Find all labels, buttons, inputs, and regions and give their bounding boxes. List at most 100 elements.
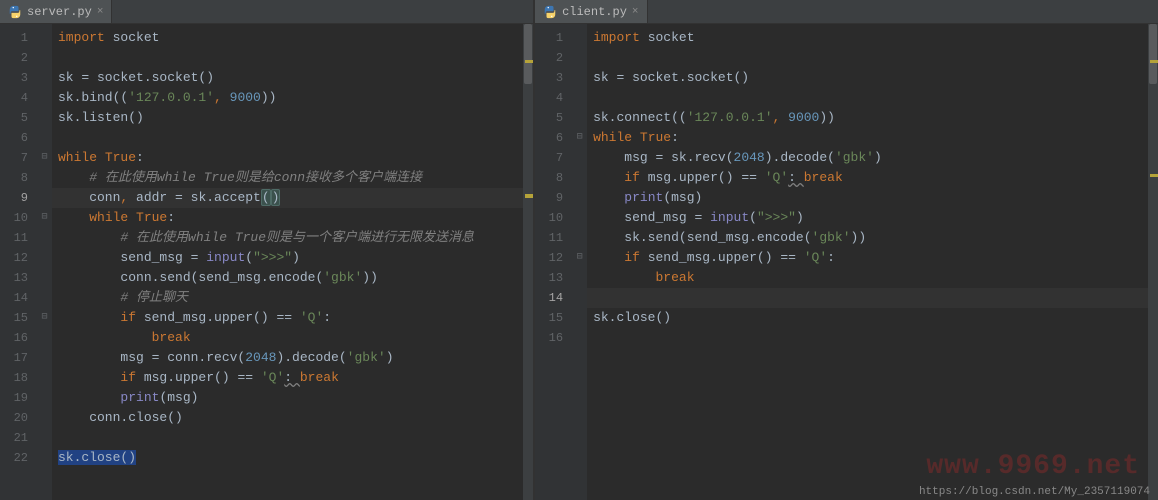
code-line[interactable]: sk = socket.socket() [593,68,1158,88]
code-line[interactable]: sk.bind(('127.0.0.1', 9000)) [58,88,533,108]
code-line[interactable]: while True: [593,128,1158,148]
line-gutter-left[interactable]: 12345678910111213141516171819202122 [0,24,38,500]
fold-gutter-right[interactable]: ⊟⊟ [573,24,587,500]
line-number[interactable]: 2 [535,48,573,68]
line-number[interactable]: 10 [535,208,573,228]
line-number[interactable]: 19 [0,388,38,408]
code-line[interactable]: # 停止聊天 [58,288,533,308]
line-number[interactable]: 18 [0,368,38,388]
code-line[interactable] [593,328,1158,348]
line-number[interactable]: 1 [0,28,38,48]
close-icon[interactable]: × [97,6,104,18]
code-line[interactable]: sk.send(send_msg.encode('gbk')) [593,228,1158,248]
line-number[interactable]: 7 [0,148,38,168]
code-line[interactable]: msg = conn.recv(2048).decode('gbk') [58,348,533,368]
fold-toggle-icon[interactable]: ⊟ [574,252,585,263]
code-line[interactable]: sk.connect(('127.0.0.1', 9000)) [593,108,1158,128]
line-number[interactable]: 17 [0,348,38,368]
code-line[interactable]: break [58,328,533,348]
line-number[interactable]: 8 [0,168,38,188]
line-number[interactable]: 16 [0,328,38,348]
code-line[interactable]: # 在此使用while True则是与一个客户端进行无限发送消息 [58,228,533,248]
code-line[interactable]: # 在此使用while True则是给conn接收多个客户端连接 [58,168,533,188]
code-line[interactable] [593,288,1158,308]
code-line[interactable]: if msg.upper() == 'Q': break [58,368,533,388]
warning-stripe[interactable] [525,194,533,198]
line-number[interactable]: 15 [535,308,573,328]
code-line[interactable]: msg = sk.recv(2048).decode('gbk') [593,148,1158,168]
fold-toggle-icon[interactable]: ⊟ [39,212,50,223]
code-line[interactable]: sk.listen() [58,108,533,128]
line-number[interactable]: 5 [535,108,573,128]
line-number[interactable]: 21 [0,428,38,448]
scrollbar-left[interactable] [523,24,533,500]
code-line[interactable]: sk.close() [58,448,533,468]
line-number[interactable]: 4 [535,88,573,108]
code-area-left[interactable]: import socket sk = socket.socket()sk.bind… [52,24,533,500]
line-number[interactable]: 13 [535,268,573,288]
line-number[interactable]: 4 [0,88,38,108]
line-number[interactable]: 6 [0,128,38,148]
tab-client-py[interactable]: client.py × [535,0,647,23]
editor-left[interactable]: 12345678910111213141516171819202122 ⊟⊟⊟ … [0,24,533,500]
close-icon[interactable]: × [632,6,639,18]
code-line[interactable]: sk = socket.socket() [58,68,533,88]
fold-toggle-icon[interactable]: ⊟ [39,312,50,323]
code-line[interactable]: conn, addr = sk.accept() [58,188,533,208]
code-line[interactable]: send_msg = input(">>>") [58,248,533,268]
line-number[interactable]: 5 [0,108,38,128]
code-line[interactable] [58,48,533,68]
code-line[interactable]: import socket [593,28,1158,48]
line-number[interactable]: 16 [535,328,573,348]
line-number[interactable]: 22 [0,448,38,468]
scrollbar-right[interactable] [1148,24,1158,500]
line-number[interactable]: 10 [0,208,38,228]
code-line[interactable] [58,428,533,448]
line-number[interactable]: 1 [535,28,573,48]
fold-toggle-icon[interactable]: ⊟ [574,132,585,143]
line-number[interactable]: 20 [0,408,38,428]
fold-toggle-icon[interactable]: ⊟ [39,152,50,163]
line-number[interactable]: 9 [535,188,573,208]
fold-gutter-left[interactable]: ⊟ ⊟ ⊟ [38,24,52,500]
code-line[interactable]: conn.close() [58,408,533,428]
line-number[interactable]: 7 [535,148,573,168]
line-number[interactable]: 6 [535,128,573,148]
line-number[interactable]: 14 [535,288,573,308]
line-number[interactable]: 3 [0,68,38,88]
code-line[interactable]: if send_msg.upper() == 'Q': [593,248,1158,268]
code-line[interactable]: sk.close() [593,308,1158,328]
line-number[interactable]: 11 [0,228,38,248]
line-number[interactable]: 2 [0,48,38,68]
warning-stripe[interactable] [525,60,533,63]
code-line[interactable] [58,128,533,148]
line-number[interactable]: 12 [535,248,573,268]
code-line[interactable]: print(msg) [593,188,1158,208]
line-number[interactable]: 12 [0,248,38,268]
code-line[interactable]: print(msg) [58,388,533,408]
scrollbar-thumb[interactable] [1149,24,1157,84]
code-line[interactable]: while True: [58,148,533,168]
code-line[interactable]: conn.send(send_msg.encode('gbk')) [58,268,533,288]
code-line[interactable]: while True: [58,208,533,228]
code-line[interactable]: if send_msg.upper() == 'Q': [58,308,533,328]
warning-stripe[interactable] [1150,174,1158,177]
code-line[interactable] [593,48,1158,68]
code-line[interactable]: import socket [58,28,533,48]
editor-right[interactable]: 12345678910111213141516 ⊟⊟ import socket… [535,24,1158,500]
code-line[interactable]: if msg.upper() == 'Q': break [593,168,1158,188]
line-number[interactable]: 3 [535,68,573,88]
scrollbar-thumb[interactable] [524,24,532,84]
warning-stripe[interactable] [1150,60,1158,63]
line-number[interactable]: 9 [0,188,38,208]
line-number[interactable]: 13 [0,268,38,288]
code-line[interactable]: break [593,268,1158,288]
code-line[interactable] [593,88,1158,108]
tab-server-py[interactable]: server.py × [0,0,112,23]
line-number[interactable]: 8 [535,168,573,188]
line-number[interactable]: 11 [535,228,573,248]
line-number[interactable]: 14 [0,288,38,308]
code-area-right[interactable]: import socket sk = socket.socket() sk.conn… [587,24,1158,500]
line-number[interactable]: 15 [0,308,38,328]
code-line[interactable]: send_msg = input(">>>") [593,208,1158,228]
